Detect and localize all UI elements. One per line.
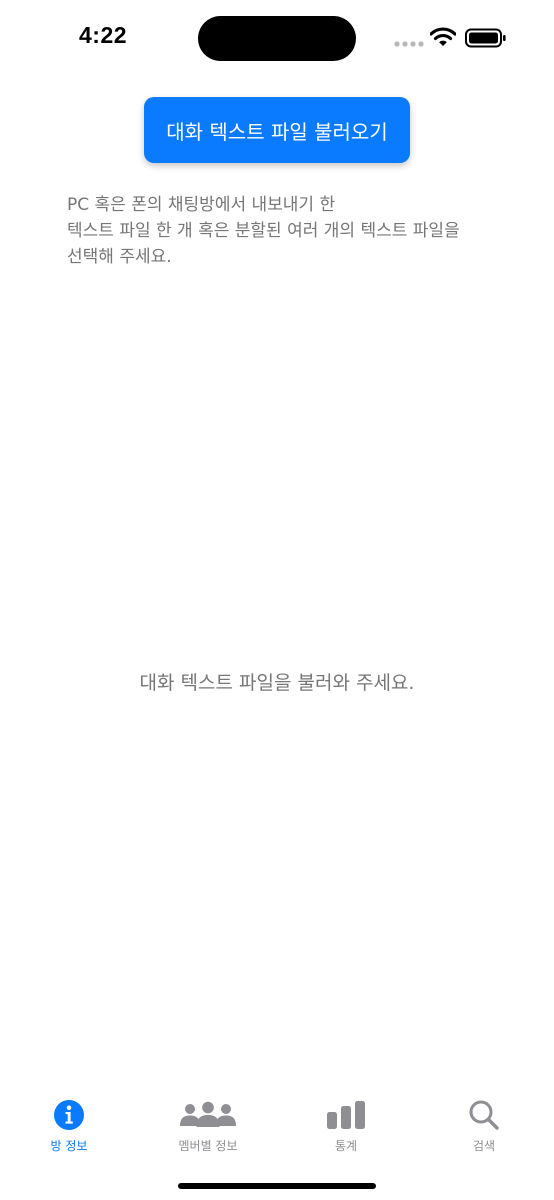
- dynamic-island: [198, 16, 356, 61]
- status-bar: 4:22: [0, 0, 554, 80]
- status-time: 4:22: [79, 22, 128, 48]
- instructions-line: PC 혹은 폰의 채팅방에서 내보내기 한: [67, 195, 336, 215]
- tab-label: 멤버별 정보: [178, 1139, 238, 1153]
- cellular-signal-icon: [394, 41, 424, 47]
- tab-member-info[interactable]: 멤버별 정보: [148, 1098, 268, 1158]
- tab-label: 방 정보: [50, 1139, 88, 1153]
- wifi-icon: [430, 27, 456, 46]
- instructions-line: 선택해 주세요.: [67, 247, 172, 267]
- info-circle-icon: [54, 1100, 84, 1130]
- tab-label: 통계: [334, 1139, 358, 1153]
- instructions-line: 텍스트 파일 한 개 혹은 분할된 여러 개의 텍스트 파일을: [67, 221, 460, 241]
- tab-room-info[interactable]: 방 정보: [9, 1098, 129, 1158]
- bar-chart-icon: [327, 1101, 365, 1129]
- tab-search[interactable]: 검색: [424, 1098, 544, 1158]
- tab-label: 검색: [472, 1139, 496, 1153]
- load-text-file-button[interactable]: 대화 텍스트 파일 불러오기: [144, 97, 410, 163]
- empty-state-message: 대화 텍스트 파일을 불러와 주세요.: [139, 672, 415, 694]
- people-icon: [180, 1101, 236, 1127]
- search-icon: [469, 1100, 499, 1130]
- tab-statistics[interactable]: 통계: [286, 1098, 406, 1158]
- instructions-text: PC 혹은 폰의 채팅방에서 내보내기 한 텍스트 파일 한 개 혹은 분할된 …: [67, 192, 507, 270]
- battery-icon: [465, 28, 506, 48]
- home-indicator: [178, 1183, 376, 1189]
